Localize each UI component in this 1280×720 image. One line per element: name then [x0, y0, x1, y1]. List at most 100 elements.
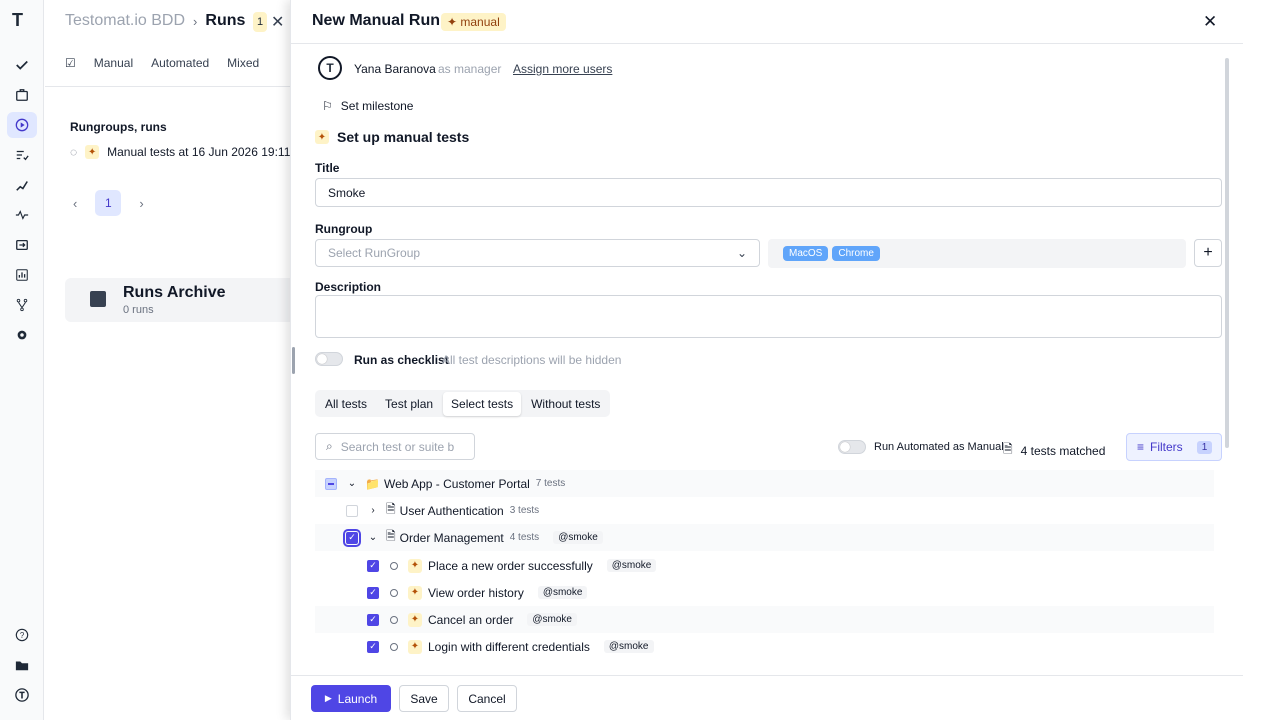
search-input[interactable]: ⌕ Search test or suite b: [315, 433, 475, 460]
close-icon[interactable]: ✕: [271, 12, 284, 32]
checklist-toggle[interactable]: [315, 352, 343, 366]
chevron-down-icon: ⌄: [736, 246, 747, 260]
title-input[interactable]: Smoke: [315, 178, 1222, 207]
env-tag[interactable]: Chrome: [832, 246, 880, 261]
filters-button[interactable]: ≡ Filters 1: [1126, 433, 1222, 461]
rungroup-placeholder: Select RunGroup: [328, 246, 421, 260]
description-label: Description: [315, 280, 382, 294]
archive-icon: [90, 291, 106, 307]
chevron-right-icon[interactable]: ›: [368, 505, 378, 516]
help-icon[interactable]: ?: [7, 622, 37, 648]
resize-handle[interactable]: [292, 347, 295, 374]
checklist-hint: All test descriptions will be hidden: [442, 353, 622, 367]
new-manual-run-panel: New Manual Run ✦ manual ✕ T Yana Baranov…: [290, 0, 1244, 720]
scrollbar[interactable]: [1225, 58, 1229, 448]
filters-label: Filters: [1150, 440, 1183, 454]
list-check-icon[interactable]: [7, 142, 37, 168]
tab-test-plan[interactable]: Test plan: [377, 392, 441, 416]
test-row[interactable]: ✓ ✦ View order history @smoke: [315, 579, 1214, 606]
test-name: View order history: [428, 585, 524, 600]
manual-badge: ✦ manual: [441, 13, 506, 31]
assign-users-link[interactable]: Assign more users: [513, 62, 612, 76]
chevron-right-icon[interactable]: ›: [139, 196, 143, 211]
tree-suite[interactable]: › 🗎 User Authentication 3 tests: [315, 497, 1214, 524]
env-tag[interactable]: MacOS: [783, 246, 829, 261]
briefcase-icon[interactable]: [7, 82, 37, 108]
save-button[interactable]: Save: [399, 685, 449, 712]
branch-icon[interactable]: [7, 292, 37, 318]
tests-matched: 🗎 4 tests matched: [1003, 440, 1105, 461]
status-circle-icon: [390, 642, 398, 651]
folder-icon[interactable]: [7, 652, 37, 678]
archive-title: Runs Archive: [123, 284, 226, 301]
runs-archive-card[interactable]: Runs Archive 0 runs: [65, 278, 305, 322]
launch-button[interactable]: ▶ Launch: [311, 685, 391, 712]
chart-icon[interactable]: [7, 262, 37, 288]
chevron-down-icon[interactable]: ⌄: [347, 478, 357, 489]
test-name: Place a new order successfully: [428, 558, 593, 573]
filters-count-badge: 1: [1196, 440, 1213, 454]
runs-filter-icon[interactable]: ☑: [65, 56, 76, 70]
cancel-button[interactable]: Cancel: [457, 685, 517, 712]
file-icon: 🗎: [386, 529, 396, 543]
search-icon: ⌕: [326, 439, 333, 453]
page-number[interactable]: 1: [95, 190, 122, 216]
tab-mixed[interactable]: Mixed: [227, 56, 259, 70]
suite-count: 3 tests: [509, 505, 540, 516]
play-icon[interactable]: [7, 112, 37, 138]
set-milestone-button[interactable]: ⚐ Set milestone: [322, 99, 413, 113]
description-textarea[interactable]: [315, 295, 1222, 338]
rungroups-title: Rungroups, runs: [70, 120, 167, 134]
gear-icon[interactable]: [7, 322, 37, 348]
divider: [45, 86, 290, 87]
test-scope-tabs: All tests Test plan Select tests Without…: [315, 390, 611, 417]
tree-checkbox[interactable]: ✓: [367, 613, 379, 626]
rungroup-select[interactable]: Select RunGroup ⌄: [315, 239, 760, 267]
tree-checkbox[interactable]: [325, 477, 337, 490]
tree-checkbox[interactable]: [346, 504, 358, 517]
tree-checkbox[interactable]: ✓: [367, 640, 379, 653]
rungroup-label: Rungroup: [315, 222, 373, 236]
page-edge: [1243, 0, 1280, 720]
file-icon: 🗎: [386, 502, 396, 516]
close-icon[interactable]: ✕: [1203, 12, 1217, 32]
setup-title-text: Set up manual tests: [337, 129, 470, 145]
tree-root[interactable]: ⌄ 📁 Web App - Customer Portal 7 tests: [315, 470, 1214, 497]
manual-test-icon: ✦: [315, 130, 329, 144]
add-environment-button[interactable]: +: [1194, 239, 1222, 267]
chevron-right-icon: ›: [193, 13, 198, 29]
test-row[interactable]: ✓ ✦ Place a new order successfully @smok…: [315, 552, 1214, 579]
tab-without-tests[interactable]: Without tests: [523, 392, 608, 416]
status-circle-icon: [390, 615, 398, 624]
panel-title: New Manual Run: [312, 12, 441, 29]
run-automated-toggle[interactable]: [838, 440, 866, 454]
pulse-icon[interactable]: [7, 202, 37, 228]
run-list-item[interactable]: ◌ ✦ Manual tests at 16 Jun 2026 19:11: [70, 145, 290, 159]
tab-select-tests[interactable]: Select tests: [443, 391, 522, 416]
app-logo[interactable]: T: [12, 10, 23, 31]
spinner-icon: ◌: [70, 145, 78, 159]
steps-icon[interactable]: [7, 172, 37, 198]
avatar-icon[interactable]: [7, 682, 37, 708]
tree-suite[interactable]: ✓ ⌄ 🗎 Order Management 4 tests @smoke: [315, 524, 1214, 551]
test-name: Login with different credentials: [428, 639, 590, 654]
tab-all-tests[interactable]: All tests: [317, 392, 375, 416]
tree-checkbox[interactable]: ✓: [343, 528, 361, 547]
check-icon[interactable]: [7, 52, 37, 78]
import-icon[interactable]: [7, 232, 37, 258]
environment-tags[interactable]: MacOS Chrome: [768, 239, 1186, 268]
tab-manual[interactable]: Manual: [94, 56, 133, 70]
manual-test-icon: ✦: [408, 612, 422, 627]
suite-count: 7 tests: [535, 478, 566, 489]
tag-pill: @smoke: [537, 586, 588, 599]
tree-checkbox[interactable]: ✓: [367, 586, 379, 599]
chevron-left-icon[interactable]: ‹: [73, 196, 77, 211]
tab-automated[interactable]: Automated: [151, 56, 209, 70]
count-badge: 1: [253, 12, 267, 32]
test-row[interactable]: ✓ ✦ Login with different credentials @sm…: [315, 633, 1214, 660]
folder-icon: 📁: [365, 476, 380, 491]
chevron-down-icon[interactable]: ⌄: [368, 532, 378, 543]
breadcrumb-project[interactable]: Testomat.io BDD: [65, 12, 185, 30]
test-row[interactable]: ✓ ✦ Cancel an order @smoke: [315, 606, 1214, 633]
tree-checkbox[interactable]: ✓: [367, 559, 379, 572]
